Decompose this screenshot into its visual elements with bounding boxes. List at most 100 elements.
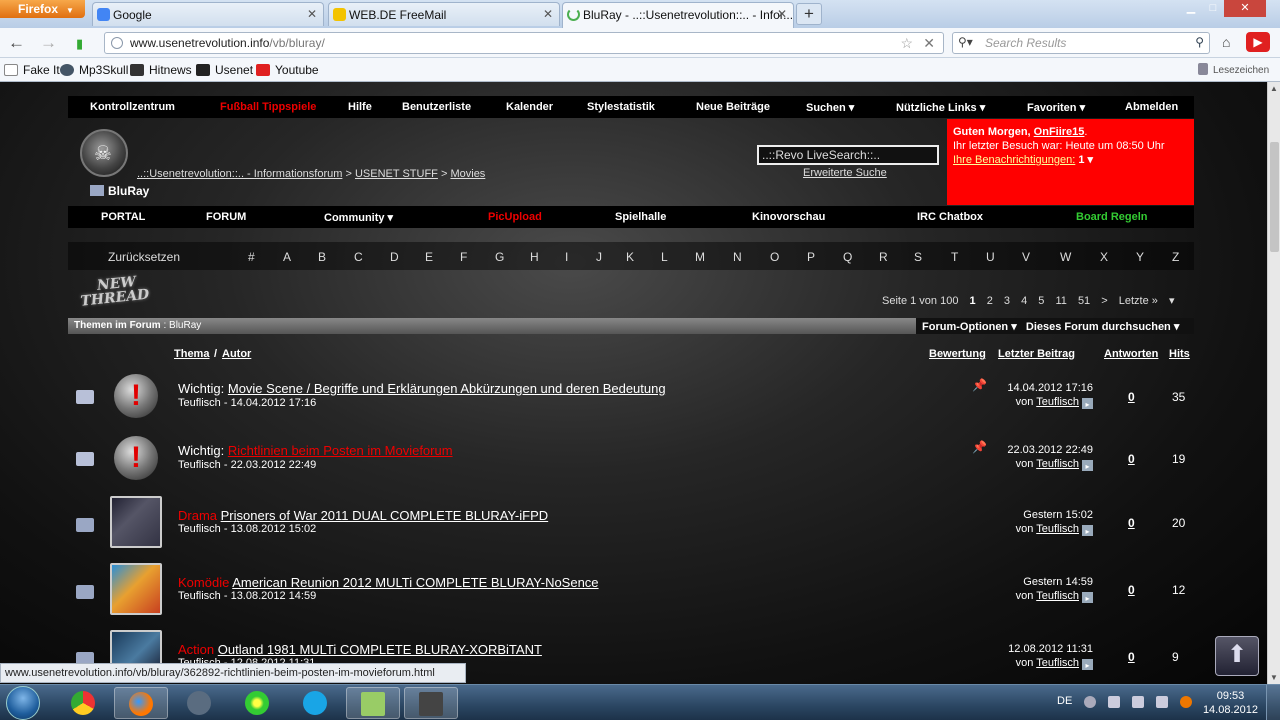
- advanced-search-link[interactable]: Erweiterte Suche: [803, 167, 887, 179]
- last-post-user[interactable]: Teuflisch: [1036, 523, 1079, 535]
- firefox-menu-button[interactable]: Firefox ▼: [0, 0, 85, 18]
- alpha-letter[interactable]: G: [495, 250, 504, 264]
- nav-stylestatistik[interactable]: Stylestatistik: [587, 101, 655, 113]
- alpha-letter[interactable]: U: [986, 250, 995, 264]
- subnav-spielhalle[interactable]: Spielhalle: [615, 211, 666, 223]
- page-link[interactable]: 51: [1078, 295, 1090, 307]
- column-last-post[interactable]: Letzter Beitrag: [998, 348, 1075, 360]
- alpha-letter[interactable]: H: [530, 250, 539, 264]
- taskbar-firefox[interactable]: [114, 687, 168, 719]
- bookmark-youtube[interactable]: Youtube: [256, 63, 319, 77]
- live-search-input[interactable]: ..::Revo LiveSearch::..: [757, 145, 939, 165]
- search-box[interactable]: ⚲▾ Search Results ⚲: [952, 32, 1210, 54]
- alpha-letter[interactable]: Z: [1172, 250, 1179, 264]
- forward-button[interactable]: →: [40, 33, 57, 53]
- scroll-to-top-button[interactable]: ⬆: [1215, 636, 1259, 676]
- scrollbar-thumb[interactable]: [1270, 142, 1279, 252]
- last-post-user[interactable]: Teuflisch: [1036, 590, 1079, 602]
- nav-nuetzliche-links[interactable]: Nützliche Links ▾: [896, 101, 985, 114]
- volume-icon[interactable]: [1108, 696, 1120, 708]
- alpha-letter[interactable]: F: [460, 250, 467, 264]
- go-to-last-post-icon[interactable]: ▸: [1082, 460, 1093, 471]
- close-icon[interactable]: ✕: [307, 7, 317, 21]
- alpha-letter[interactable]: T: [951, 250, 958, 264]
- subnav-kinovorschau[interactable]: Kinovorschau: [752, 211, 825, 223]
- replies-count[interactable]: 0: [1128, 583, 1135, 597]
- language-indicator[interactable]: DE: [1057, 695, 1072, 707]
- page-link[interactable]: 4: [1021, 295, 1027, 307]
- show-desktop-button[interactable]: [1266, 685, 1280, 720]
- nav-kontrollzentrum[interactable]: Kontrollzentrum: [90, 101, 175, 113]
- thread-title-link[interactable]: Richtlinien beim Posten im Movieforum: [228, 443, 453, 458]
- bookmark-mp3skull[interactable]: Mp3Skull: [60, 63, 128, 77]
- alpha-letter[interactable]: K: [626, 250, 634, 264]
- thread-title-link[interactable]: American Reunion 2012 MULTi COMPLETE BLU…: [232, 575, 598, 590]
- taskbar-notes[interactable]: [346, 687, 400, 719]
- replies-count[interactable]: 0: [1128, 390, 1135, 404]
- page-last[interactable]: Letzte »: [1119, 295, 1158, 307]
- alpha-letter[interactable]: J: [596, 250, 602, 264]
- alpha-letter[interactable]: L: [661, 250, 668, 264]
- subnav-portal[interactable]: PORTAL: [101, 211, 145, 223]
- last-post-user[interactable]: Teuflisch: [1036, 396, 1079, 408]
- close-icon[interactable]: ✕: [543, 7, 553, 21]
- thread-title-link[interactable]: Outland 1981 MULTi COMPLETE BLURAY-XORBi…: [218, 642, 542, 657]
- alpha-letter[interactable]: C: [354, 250, 363, 264]
- nav-favoriten[interactable]: Favoriten ▾: [1027, 101, 1085, 114]
- alpha-letter[interactable]: #: [248, 250, 255, 264]
- alpha-letter[interactable]: D: [390, 250, 399, 264]
- page-link[interactable]: 5: [1038, 295, 1044, 307]
- page-next[interactable]: >: [1101, 295, 1107, 307]
- back-button[interactable]: ←: [8, 33, 25, 53]
- go-to-last-post-icon[interactable]: ▸: [1082, 592, 1093, 603]
- new-thread-button[interactable]: NEW THREAD: [78, 273, 153, 314]
- bookmark-hitnews[interactable]: Hitnews: [130, 63, 192, 77]
- alpha-letter[interactable]: X: [1100, 250, 1108, 264]
- new-tab-button[interactable]: +: [796, 3, 822, 25]
- alpha-letter[interactable]: R: [879, 250, 888, 264]
- alpha-letter[interactable]: Q: [843, 250, 852, 264]
- page-link[interactable]: 1: [970, 295, 976, 307]
- alpha-letter[interactable]: M: [695, 250, 705, 264]
- nav-abmelden[interactable]: Abmelden: [1125, 101, 1178, 113]
- last-post-user[interactable]: Teuflisch: [1036, 458, 1079, 470]
- breadcrumb-root[interactable]: ..::Usenetrevolution::.. - Informationsf…: [137, 168, 342, 180]
- stop-icon[interactable]: ✕: [923, 35, 935, 52]
- alpha-reset[interactable]: Zurücksetzen: [108, 250, 180, 264]
- nav-suchen[interactable]: Suchen ▾: [806, 101, 854, 114]
- nav-tippspiele[interactable]: Fußball Tippspiele: [220, 101, 316, 113]
- scroll-up-icon[interactable]: ▲: [1270, 84, 1278, 93]
- nav-benutzerliste[interactable]: Benutzerliste: [402, 101, 471, 113]
- thread-title-link[interactable]: Movie Scene / Begriffe und Erklärungen A…: [228, 381, 666, 396]
- column-autor[interactable]: Autor: [222, 348, 251, 360]
- replies-count[interactable]: 0: [1128, 516, 1135, 530]
- scroll-down-icon[interactable]: ▼: [1270, 673, 1278, 682]
- replies-count[interactable]: 0: [1128, 452, 1135, 466]
- url-bar[interactable]: www.usenetrevolution.info/vb/bluray/ ☆ ✕: [104, 32, 944, 54]
- alpha-letter[interactable]: O: [770, 250, 779, 264]
- column-replies[interactable]: Antworten: [1104, 348, 1158, 360]
- movie-cover-image[interactable]: [110, 563, 162, 615]
- alpha-letter[interactable]: A: [283, 250, 291, 264]
- breadcrumb-movies[interactable]: Movies: [450, 168, 485, 180]
- home-icon[interactable]: ⌂: [1222, 34, 1230, 50]
- subnav-forum[interactable]: FORUM: [206, 211, 246, 223]
- bookmark-usenet[interactable]: Usenet: [196, 63, 253, 77]
- nav-neue-beitraege[interactable]: Neue Beiträge: [696, 101, 770, 113]
- taskbar-skype[interactable]: [288, 687, 342, 719]
- alpha-letter[interactable]: I: [565, 250, 568, 264]
- alpha-letter[interactable]: W: [1060, 250, 1071, 264]
- page-link[interactable]: 11: [1055, 295, 1066, 307]
- taskbar-chrome[interactable]: [56, 687, 110, 719]
- go-to-last-post-icon[interactable]: ▸: [1082, 659, 1093, 670]
- bookmark-star-icon[interactable]: ☆: [900, 35, 913, 52]
- youtube-addon-icon[interactable]: ▶: [1246, 32, 1270, 52]
- help-icon[interactable]: [1084, 696, 1096, 708]
- column-thema[interactable]: Thema: [174, 348, 209, 360]
- tab-webde[interactable]: WEB.DE FreeMail ✕: [328, 2, 560, 26]
- taskbar-icq[interactable]: [230, 687, 284, 719]
- network-icon[interactable]: [1132, 696, 1144, 708]
- last-post-user[interactable]: Teuflisch: [1036, 657, 1079, 669]
- subnav-irc-chatbox[interactable]: IRC Chatbox: [917, 211, 983, 223]
- subnav-board-regeln[interactable]: Board Regeln: [1076, 211, 1148, 223]
